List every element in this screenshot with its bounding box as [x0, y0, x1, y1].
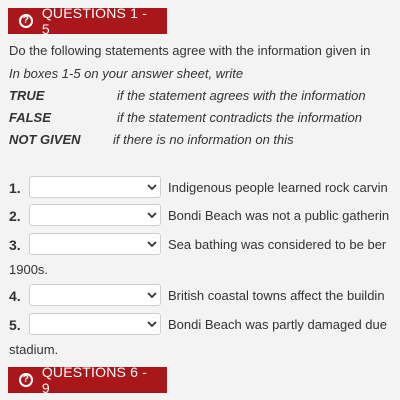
key-row-true: TRUE if the statement agrees with the in… — [9, 88, 366, 103]
chevron-down-icon — [147, 321, 157, 328]
key-meaning: if the statement contradicts the informa… — [117, 110, 362, 125]
answer-select-2[interactable] — [29, 204, 161, 226]
question-number: 5. — [9, 317, 21, 333]
key-term: NOT GIVEN — [9, 132, 81, 147]
key-meaning: if the statement agrees with the informa… — [117, 88, 366, 103]
answer-select-3[interactable] — [29, 233, 161, 255]
question-text: Bondi Beach was not a public gatherin — [168, 208, 390, 223]
question-number: 4. — [9, 288, 21, 304]
chevron-down-icon — [147, 241, 157, 248]
question-text: British coastal towns affect the buildin — [168, 288, 385, 303]
key-meaning: if there is no information on this — [113, 132, 294, 147]
question-text-continuation: 1900s. — [9, 262, 49, 277]
question-text: Bondi Beach was partly damaged due — [168, 317, 387, 332]
question-number: 1. — [9, 180, 21, 196]
answer-select-5[interactable] — [29, 313, 161, 335]
answer-select-4[interactable] — [29, 284, 161, 306]
chevron-down-icon — [147, 212, 157, 219]
question-circle-icon: ? — [19, 373, 33, 387]
instructions-text: In boxes 1-5 on your answer sheet, write — [9, 66, 244, 81]
question-text: Indigenous people learned rock carvin — [168, 180, 388, 195]
section-header-questions-1-5: ? QUESTIONS 1 - 5 — [8, 5, 167, 37]
intro-text: Do the following statements agree with t… — [9, 43, 371, 58]
question-text: Sea bathing was considered to be ber — [168, 237, 387, 252]
section-title: QUESTIONS 6 - 9 — [41, 364, 148, 396]
section-title: QUESTIONS 1 - 5 — [41, 5, 148, 37]
question-text-continuation: stadium. — [9, 342, 59, 357]
answer-select-1[interactable] — [29, 176, 161, 198]
key-term: TRUE — [9, 88, 45, 103]
section-header-questions-6-9: ? QUESTIONS 6 - 9 — [8, 364, 167, 396]
chevron-down-icon — [147, 292, 157, 299]
question-number: 3. — [9, 237, 21, 253]
question-number: 2. — [9, 208, 21, 224]
key-row-not-given: NOT GIVEN if there is no information on … — [9, 132, 294, 147]
key-row-false: FALSE if the statement contradicts the i… — [9, 110, 362, 125]
question-circle-icon: ? — [19, 14, 33, 28]
chevron-down-icon — [147, 184, 157, 191]
key-term: FALSE — [9, 110, 51, 125]
